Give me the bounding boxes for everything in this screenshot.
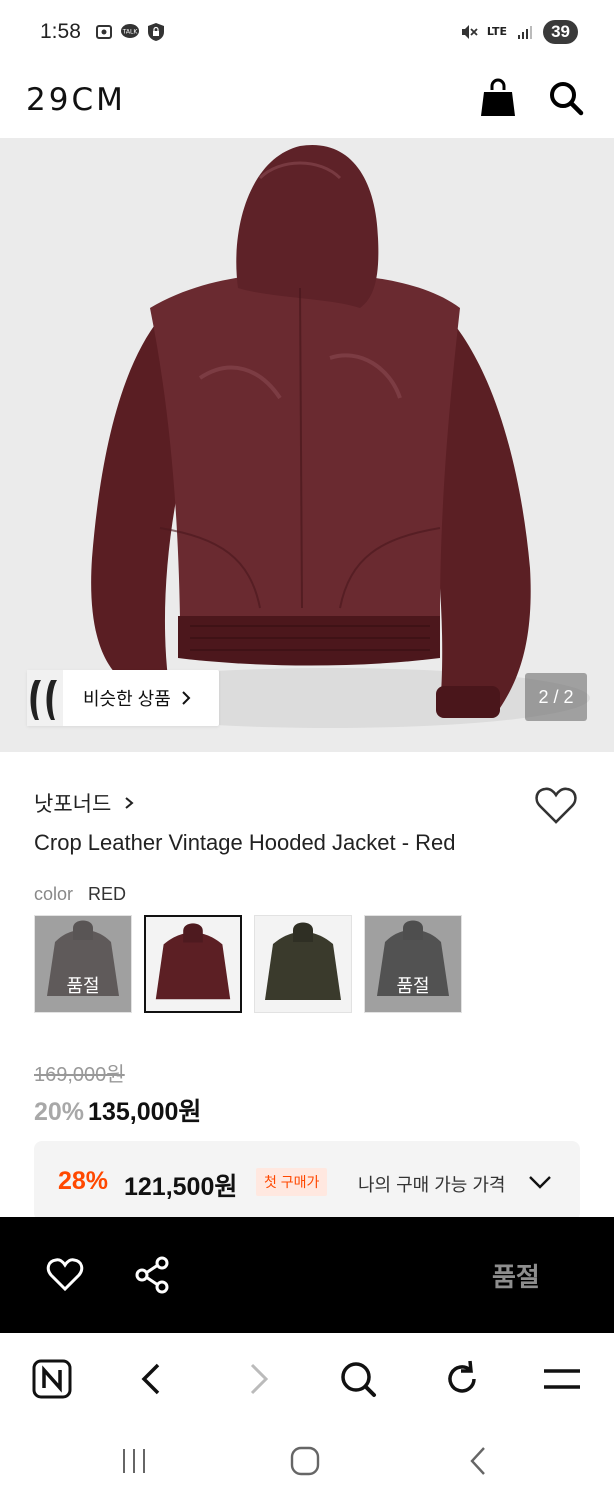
color-swatch-selected[interactable]	[144, 915, 242, 1013]
product-image	[70, 144, 590, 728]
color-swatch[interactable]: 품절	[34, 915, 132, 1013]
color-swatch[interactable]	[254, 915, 352, 1013]
brand-name: 낫포너드	[34, 793, 112, 816]
naver-home-icon[interactable]	[30, 1357, 74, 1401]
screenshot-icon	[96, 25, 112, 39]
similar-product-thumbnail	[27, 670, 63, 726]
network-type: LTE	[486, 25, 508, 38]
sold-out-overlay: 품절	[35, 916, 131, 1012]
heart-icon[interactable]	[534, 786, 578, 826]
app-header: 29CM	[0, 64, 614, 138]
talk-icon: TALK	[121, 24, 139, 38]
discount-rate: 20%	[34, 1098, 85, 1126]
brand-logo[interactable]: 29CM	[26, 82, 126, 118]
menu-icon[interactable]	[540, 1357, 584, 1401]
my-best-price-panel[interactable]: 28% 121,500원 첫 구매가 나의 구매 가능 가격	[34, 1141, 580, 1221]
chevron-right-icon	[182, 691, 191, 705]
color-label: color	[34, 884, 74, 904]
browser-toolbar	[0, 1333, 614, 1429]
first-purchase-badge: 첫 구매가	[256, 1168, 328, 1196]
chevron-right-icon	[125, 797, 134, 809]
coupon-price: 121,500원	[124, 1173, 238, 1201]
mute-icon	[461, 25, 478, 39]
similar-products-button[interactable]: 비슷한 상품	[27, 670, 219, 726]
color-swatches: 품절 품절	[34, 915, 462, 1013]
sale-price: 135,000원	[88, 1098, 202, 1126]
chevron-down-icon[interactable]	[528, 1173, 552, 1191]
image-counter: 2 / 2	[525, 673, 587, 721]
purchase-action-bar: 품절	[0, 1217, 614, 1333]
search-icon[interactable]	[546, 78, 586, 118]
recent-apps-icon[interactable]	[118, 1445, 150, 1477]
color-value: RED	[88, 884, 127, 904]
status-time: 1:58	[40, 20, 81, 43]
product-image-carousel[interactable]	[0, 138, 614, 752]
svg-text:TALK: TALK	[122, 29, 139, 36]
share-icon[interactable]	[134, 1255, 172, 1295]
color-swatch[interactable]: 품절	[364, 915, 462, 1013]
back-icon[interactable]	[462, 1445, 494, 1477]
back-arrow-icon[interactable]	[130, 1357, 174, 1401]
system-navigation-bar	[0, 1429, 614, 1500]
shopping-bag-icon[interactable]	[480, 78, 516, 118]
product-title: Crop Leather Vintage Hooded Jacket - Red	[34, 830, 456, 855]
brand-link[interactable]: 낫포너드	[34, 788, 135, 818]
heart-icon[interactable]	[46, 1257, 84, 1293]
color-selector-label: color RED	[34, 884, 126, 905]
forward-arrow-icon[interactable]	[236, 1357, 280, 1401]
status-bar: 1:58 TALK LTE 39	[0, 0, 614, 64]
original-price: 169,000원	[34, 1064, 125, 1086]
sold-out-overlay: 품절	[365, 916, 461, 1012]
battery-indicator: 39	[543, 20, 578, 44]
sale-price-row: 20% 135,000원	[34, 1092, 201, 1128]
my-price-label: 나의 구매 가능 가격	[358, 1175, 506, 1195]
refresh-icon[interactable]	[440, 1357, 484, 1401]
search-icon[interactable]	[336, 1357, 380, 1401]
signal-icon	[518, 26, 533, 39]
sold-out-button[interactable]: 품절	[492, 1257, 540, 1294]
similar-products-label: 비슷한 상품	[83, 689, 171, 709]
coupon-discount-rate: 28%	[58, 1167, 109, 1195]
vpn-lock-icon	[148, 23, 164, 41]
home-icon[interactable]	[289, 1445, 321, 1477]
